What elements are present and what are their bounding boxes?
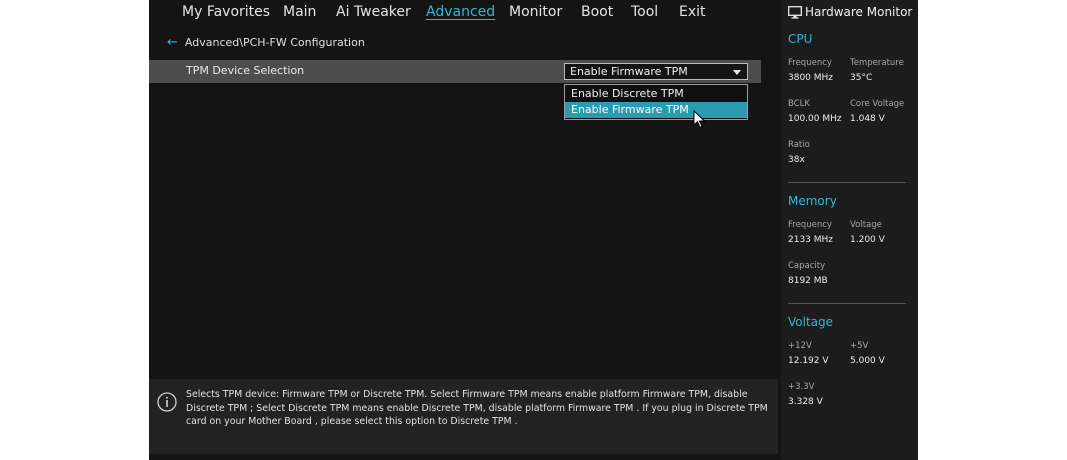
breadcrumb-path: Advanced\PCH-FW Configuration (184, 36, 365, 49)
chevron-down-icon (733, 70, 741, 75)
cpu-temperature-value: 35°C (850, 73, 873, 83)
tpm-device-select[interactable]: Enable Firmware TPM (564, 63, 748, 80)
tpm-dropdown-list: Enable Discrete TPM Enable Firmware TPM (564, 84, 748, 120)
mouse-pointer-icon (693, 110, 706, 129)
core-voltage-label: Core Voltage (850, 99, 905, 109)
bclk-label: BCLK (788, 99, 810, 109)
v33-value: 3.328 V (788, 397, 823, 407)
arrow-left-icon[interactable]: ← (167, 35, 178, 50)
section-divider (788, 303, 906, 304)
memory-voltage-value: 1.200 V (850, 235, 885, 245)
hardware-monitor-title: Hardware Monitor (788, 5, 912, 19)
tab-my-favorites[interactable]: My Favorites (182, 4, 270, 20)
memory-frequency-label: Frequency (788, 220, 832, 230)
v33-label: +3.3V (788, 382, 815, 392)
v5-label: +5V (850, 341, 869, 351)
tab-boot[interactable]: Boot (581, 4, 613, 20)
hardware-monitor-panel: Hardware Monitor CPU Frequency 3800 MHz … (781, 0, 918, 460)
section-divider (788, 182, 906, 183)
ratio-label: Ratio (788, 140, 810, 150)
tab-tool[interactable]: Tool (631, 4, 658, 20)
help-text: Selects TPM device: Firmware TPM or Disc… (186, 389, 768, 428)
cpu-heading: CPU (788, 32, 813, 46)
select-value: Enable Firmware TPM (570, 65, 688, 78)
setting-row-tpm-device[interactable]: TPM Device Selection Enable Firmware TPM (149, 60, 761, 83)
monitor-icon (788, 5, 802, 19)
cpu-frequency-label: Frequency (788, 58, 832, 68)
top-navigation: My Favorites Main Ai Tweaker Advanced Mo… (149, 0, 781, 28)
tab-monitor[interactable]: Monitor (509, 4, 562, 20)
voltage-heading: Voltage (788, 315, 834, 329)
cpu-temperature-label: Temperature (850, 58, 904, 68)
help-description-bar: Selects TPM device: Firmware TPM or Disc… (149, 379, 778, 454)
memory-heading: Memory (788, 194, 837, 208)
option-firmware-tpm[interactable]: Enable Firmware TPM (565, 102, 747, 118)
tab-main[interactable]: Main (283, 4, 316, 20)
memory-voltage-label: Voltage (850, 220, 882, 230)
v12-value: 12.192 V (788, 356, 829, 366)
hardware-monitor-label: Hardware Monitor (805, 5, 913, 19)
tab-exit[interactable]: Exit (679, 4, 706, 20)
v5-value: 5.000 V (850, 356, 885, 366)
tab-advanced[interactable]: Advanced (426, 4, 495, 20)
capacity-value: 8192 MB (788, 276, 828, 286)
core-voltage-value: 1.048 V (850, 114, 885, 124)
ratio-value: 38x (788, 155, 805, 165)
tab-ai-tweaker[interactable]: Ai Tweaker (336, 4, 411, 20)
option-discrete-tpm[interactable]: Enable Discrete TPM (565, 86, 747, 102)
capacity-label: Capacity (788, 261, 826, 271)
info-icon (157, 392, 177, 412)
v12-label: +12V (788, 341, 812, 351)
memory-frequency-value: 2133 MHz (788, 235, 834, 245)
bclk-value: 100.00 MHz (788, 114, 842, 124)
setting-label: TPM Device Selection (186, 64, 305, 77)
bios-window: My Favorites Main Ai Tweaker Advanced Mo… (149, 0, 918, 460)
cpu-frequency-value: 3800 MHz (788, 73, 834, 83)
breadcrumb: ← Advanced\PCH-FW Configuration (167, 35, 365, 50)
